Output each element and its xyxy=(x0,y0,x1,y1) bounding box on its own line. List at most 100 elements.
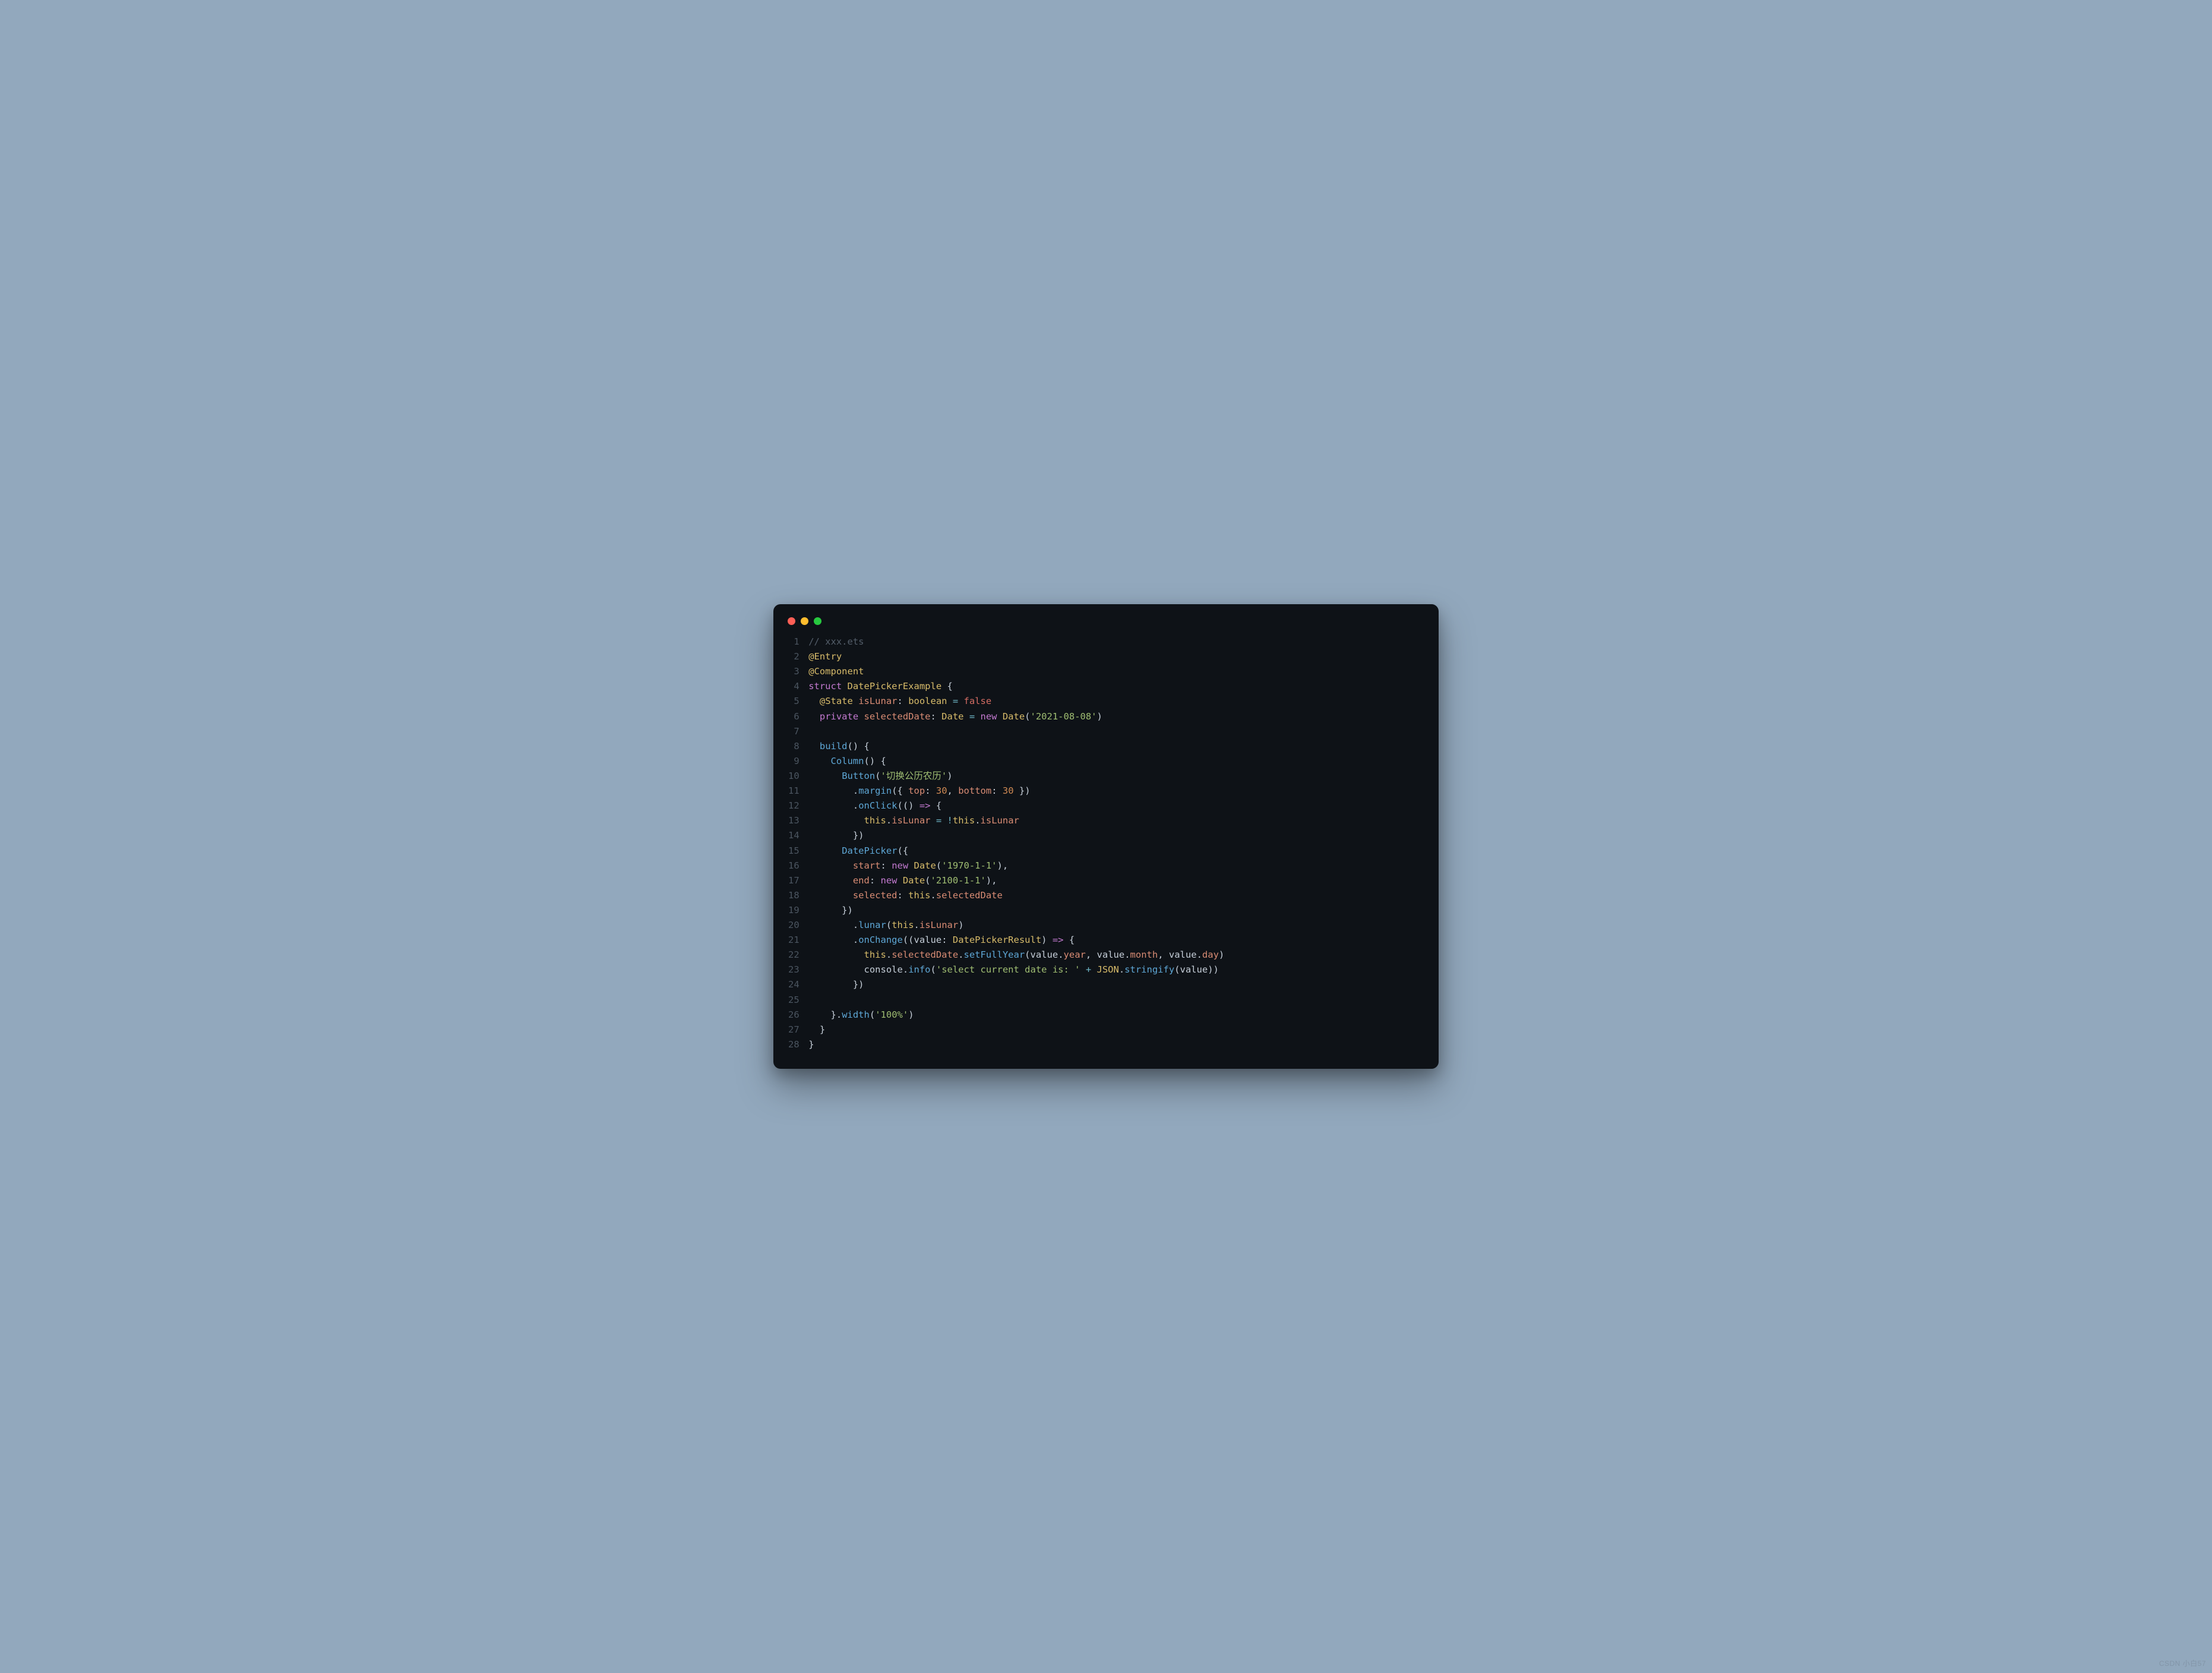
line-source[interactable]: this.isLunar = !this.isLunar xyxy=(808,813,1426,828)
token-pun: : xyxy=(991,785,1003,796)
line-source[interactable] xyxy=(808,724,1426,739)
token-this: this xyxy=(953,815,975,826)
line-source[interactable]: this.selectedDate.setFullYear(value.year… xyxy=(808,948,1426,962)
code-line[interactable]: 17 end: new Date('2100-1-1'), xyxy=(786,873,1426,888)
line-source[interactable]: @State isLunar: boolean = false xyxy=(808,694,1426,709)
zoom-icon[interactable] xyxy=(814,617,821,625)
line-source[interactable]: } xyxy=(808,1037,1426,1052)
line-source[interactable]: }) xyxy=(808,977,1426,992)
token-pun: . xyxy=(914,920,919,930)
code-line[interactable]: 21 .onChange((value: DatePickerResult) =… xyxy=(786,933,1426,948)
window-titlebar xyxy=(786,615,1426,635)
token-pun: }) xyxy=(808,979,864,990)
line-number: 4 xyxy=(786,679,808,694)
token-mprop: year xyxy=(1064,949,1086,960)
token-pun xyxy=(808,860,853,871)
token-pun xyxy=(808,890,853,901)
code-line[interactable]: 23 console.info('select current date is:… xyxy=(786,962,1426,977)
code-line[interactable]: 2@Entry xyxy=(786,649,1426,664)
code-line[interactable]: 24 }) xyxy=(786,977,1426,992)
token-this: this xyxy=(892,920,914,930)
code-line[interactable]: 22 this.selectedDate.setFullYear(value.y… xyxy=(786,948,1426,962)
token-ty: DatePickerResult xyxy=(953,935,1041,945)
code-line[interactable]: 7 xyxy=(786,724,1426,739)
token-pun: . xyxy=(1058,949,1063,960)
line-source[interactable]: }) xyxy=(808,828,1426,843)
code-line[interactable]: 8 build() { xyxy=(786,739,1426,754)
line-source[interactable]: selected: this.selectedDate xyxy=(808,888,1426,903)
code-line[interactable]: 25 xyxy=(786,993,1426,1008)
line-number: 13 xyxy=(786,813,808,828)
token-pun xyxy=(808,875,853,886)
token-pun: ) xyxy=(947,771,952,781)
code-line[interactable]: 10 Button('切换公历农历') xyxy=(786,769,1426,784)
line-source[interactable]: // xxx.ets xyxy=(808,635,1426,649)
line-source[interactable]: start: new Date('1970-1-1'), xyxy=(808,858,1426,873)
token-pun: : xyxy=(941,935,953,945)
token-pun: }. xyxy=(808,1009,842,1020)
token-pun: } xyxy=(808,1039,814,1050)
token-kw: struct xyxy=(808,681,847,692)
code-line[interactable]: 20 .lunar(this.isLunar) xyxy=(786,918,1426,933)
token-str: '2021-08-08' xyxy=(1031,711,1097,722)
token-mprop: isLunar xyxy=(919,920,958,930)
code-line[interactable]: 12 .onClick(() => { xyxy=(786,798,1426,813)
code-line[interactable]: 9 Column() { xyxy=(786,754,1426,769)
token-pun: ( xyxy=(931,964,936,975)
line-source[interactable] xyxy=(808,993,1426,1008)
code-line[interactable]: 15 DatePicker({ xyxy=(786,844,1426,858)
token-pun: } xyxy=(808,1024,825,1035)
token-fn: info xyxy=(908,964,930,975)
line-source[interactable]: }.width('100%') xyxy=(808,1008,1426,1022)
token-pun: () { xyxy=(848,741,870,752)
code-line[interactable]: 14 }) xyxy=(786,828,1426,843)
line-source[interactable]: .onClick(() => { xyxy=(808,798,1426,813)
token-op: = xyxy=(964,711,981,722)
token-this: this xyxy=(864,949,886,960)
line-number: 3 xyxy=(786,664,808,679)
code-line[interactable]: 3@Component xyxy=(786,664,1426,679)
token-pun: () { xyxy=(864,756,886,766)
line-source[interactable]: build() { xyxy=(808,739,1426,754)
token-mprop: selectedDate xyxy=(936,890,1003,901)
line-source[interactable]: } xyxy=(808,1022,1426,1037)
line-source[interactable]: .lunar(this.isLunar) xyxy=(808,918,1426,933)
code-line[interactable]: 28} xyxy=(786,1037,1426,1052)
line-source[interactable]: struct DatePickerExample { xyxy=(808,679,1426,694)
line-source[interactable]: }) xyxy=(808,903,1426,918)
token-pun: ) xyxy=(908,1009,914,1020)
token-id: value xyxy=(1180,964,1208,975)
code-line[interactable]: 19 }) xyxy=(786,903,1426,918)
close-icon[interactable] xyxy=(788,617,795,625)
line-source[interactable]: Column() { xyxy=(808,754,1426,769)
code-line[interactable]: 4struct DatePickerExample { xyxy=(786,679,1426,694)
token-pun: )) xyxy=(1208,964,1219,975)
line-source[interactable]: .margin({ top: 30, bottom: 30 }) xyxy=(808,784,1426,798)
code-line[interactable]: 27 } xyxy=(786,1022,1426,1037)
code-line[interactable]: 16 start: new Date('1970-1-1'), xyxy=(786,858,1426,873)
token-false: false xyxy=(964,696,992,706)
code-area[interactable]: 1// xxx.ets2@Entry3@Component4struct Dat… xyxy=(786,635,1426,1052)
code-line[interactable]: 13 this.isLunar = !this.isLunar xyxy=(786,813,1426,828)
code-line[interactable]: 5 @State isLunar: boolean = false xyxy=(786,694,1426,709)
minimize-icon[interactable] xyxy=(801,617,808,625)
code-line[interactable]: 18 selected: this.selectedDate xyxy=(786,888,1426,903)
line-source[interactable]: .onChange((value: DatePickerResult) => { xyxy=(808,933,1426,948)
line-source[interactable]: @Entry xyxy=(808,649,1426,664)
line-source[interactable]: Button('切换公历农历') xyxy=(808,769,1426,784)
code-line[interactable]: 26 }.width('100%') xyxy=(786,1008,1426,1022)
code-line[interactable]: 1// xxx.ets xyxy=(786,635,1426,649)
line-source[interactable]: @Component xyxy=(808,664,1426,679)
line-number: 19 xyxy=(786,903,808,918)
code-line[interactable]: 11 .margin({ top: 30, bottom: 30 }) xyxy=(786,784,1426,798)
token-str: '100%' xyxy=(875,1009,908,1020)
line-source[interactable]: DatePicker({ xyxy=(808,844,1426,858)
line-source[interactable]: console.info('select current date is: ' … xyxy=(808,962,1426,977)
token-mprop: day xyxy=(1202,949,1219,960)
token-prop: bottom xyxy=(958,785,991,796)
token-ty: DatePickerExample xyxy=(848,681,947,692)
code-line[interactable]: 6 private selectedDate: Date = new Date(… xyxy=(786,709,1426,724)
token-str: '切换公历农历' xyxy=(881,771,947,781)
line-source[interactable]: private selectedDate: Date = new Date('2… xyxy=(808,709,1426,724)
line-source[interactable]: end: new Date('2100-1-1'), xyxy=(808,873,1426,888)
